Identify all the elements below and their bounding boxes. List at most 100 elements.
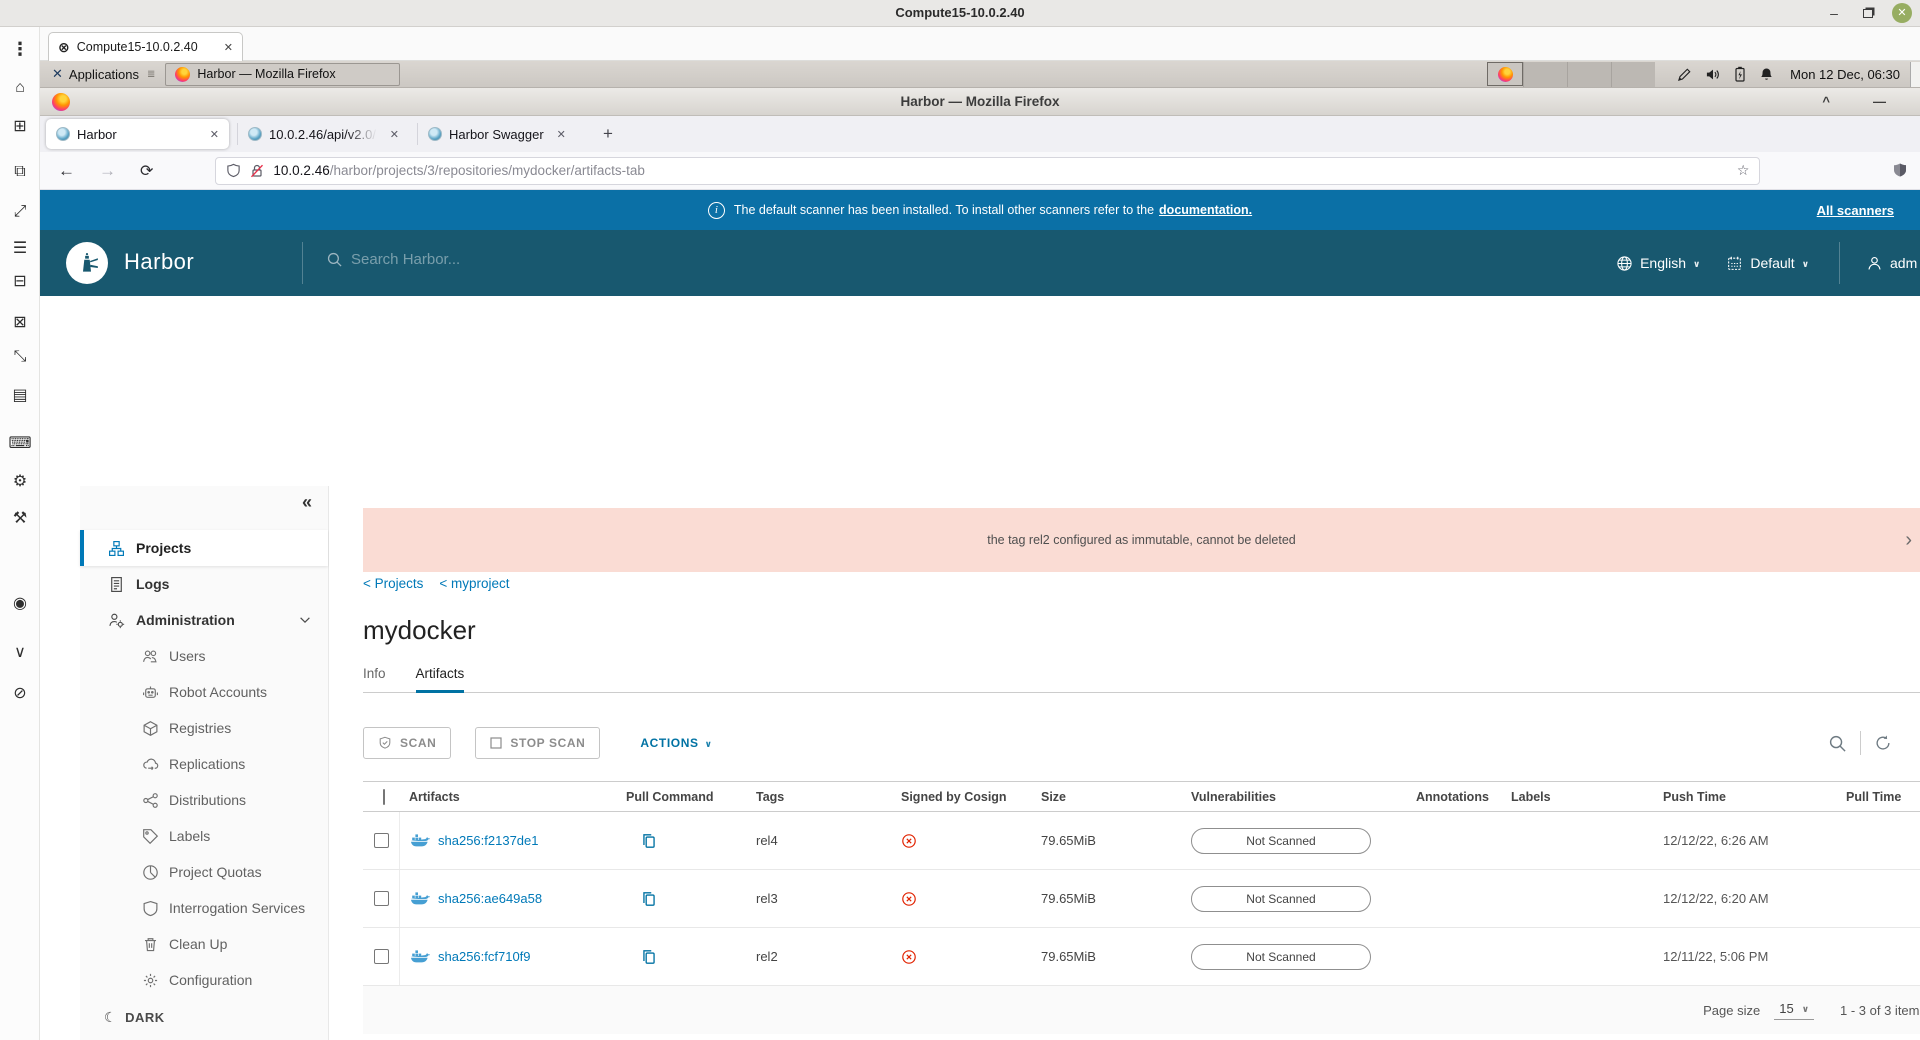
notification-bell-icon[interactable] [1759, 67, 1774, 82]
edit-box-icon[interactable]: ⊞ [0, 116, 40, 136]
artifact-digest-link[interactable]: sha256:f2137de1 [438, 833, 538, 848]
chevron-down-icon[interactable]: ∨ [0, 642, 40, 662]
copy-pull-command-icon[interactable] [640, 832, 658, 850]
resize-icon[interactable]: ⤡ [0, 348, 40, 366]
copy-pull-command-icon[interactable] [640, 948, 658, 966]
column-header-signed-by-cosign[interactable]: Signed by Cosign [891, 790, 1031, 804]
shield-permissions-icon[interactable] [226, 163, 241, 178]
column-header-tags[interactable]: Tags [746, 790, 891, 804]
back-button[interactable]: ← [58, 161, 75, 181]
dark-mode-toggle[interactable]: ☾ DARK [104, 1009, 165, 1026]
sidebar-item-interrogation-services[interactable]: Interrogation Services [80, 890, 328, 926]
firefox-taskbar-button[interactable]: Harbor — Mozilla Firefox [165, 63, 400, 86]
documentation-link[interactable]: documentation. [1159, 203, 1252, 217]
sidebar-item-users[interactable]: Users [80, 638, 328, 674]
forward-button[interactable]: → [99, 161, 116, 181]
harbor-search[interactable] [326, 251, 651, 268]
new-tab-button[interactable]: + [603, 124, 613, 144]
monitor-new-icon[interactable]: ⊟ [0, 271, 40, 291]
column-header-labels[interactable]: Labels [1501, 790, 1653, 804]
sidebar-item-registries[interactable]: Registries [80, 710, 328, 746]
language-selector[interactable]: English ∨ [1616, 255, 1700, 272]
insecure-lock-icon[interactable] [249, 163, 265, 179]
window-shade-button[interactable]: ^ [1822, 88, 1830, 116]
link-off-icon[interactable]: ⊘ [0, 683, 40, 703]
actions-dropdown[interactable]: ACTIONS ∨ [640, 736, 712, 750]
artifact-digest-link[interactable]: sha256:ae649a58 [438, 891, 542, 906]
stop-scan-button[interactable]: STOP SCAN [475, 727, 600, 759]
sidebar-collapse-button[interactable]: « [302, 492, 312, 513]
sidebar-item-administration[interactable]: Administration [80, 602, 328, 638]
tab-artifacts[interactable]: Artifacts [416, 666, 465, 693]
sidebar-item-distributions[interactable]: Distributions [80, 782, 328, 818]
url-bar[interactable]: 10.0.2.46 /harbor/projects/3/repositorie… [215, 157, 1760, 185]
kebab-menu-icon[interactable]: ⋮ [0, 39, 40, 60]
column-header-artifacts[interactable]: Artifacts [399, 790, 616, 804]
viewer-minimize-button[interactable]: – [1824, 4, 1844, 22]
row-checkbox[interactable] [374, 891, 389, 906]
column-header-annotations[interactable]: Annotations [1406, 790, 1501, 804]
refresh-icon[interactable] [1874, 734, 1892, 752]
page-size-select[interactable]: 15 ∨ [1774, 1001, 1814, 1020]
harbor-logo[interactable] [66, 242, 108, 284]
applications-menu[interactable]: ✕ Applications [52, 66, 139, 82]
battery-tray-icon[interactable] [1734, 66, 1746, 82]
browser-tab-harbor[interactable]: Harbor ✕ [46, 119, 229, 149]
tab-close-icon[interactable]: ✕ [557, 128, 566, 141]
viewer-tab-close-icon[interactable]: ✕ [224, 41, 233, 54]
copy-pull-command-icon[interactable] [640, 890, 658, 908]
scan-button[interactable]: SCAN [363, 727, 451, 759]
sidebar-item-configuration[interactable]: Configuration [80, 962, 328, 998]
bookmark-star-icon[interactable]: ☆ [1737, 162, 1750, 179]
viewer-close-button[interactable]: ✕ [1892, 3, 1912, 23]
viewer-tab[interactable]: ⊗ Compute15-10.0.2.40 ✕ [48, 32, 243, 61]
settings-gear-icon[interactable]: ⚙ [0, 471, 40, 491]
user-menu[interactable]: adm [1866, 255, 1920, 272]
all-scanners-link[interactable]: All scanners [1817, 203, 1894, 218]
select-all-checkbox[interactable] [383, 789, 385, 805]
viewer-restore-button[interactable] [1858, 4, 1878, 22]
sidebar-item-logs[interactable]: Logs [80, 566, 328, 602]
firefox-tray-button[interactable] [1487, 62, 1523, 86]
row-checkbox[interactable] [374, 949, 389, 964]
displays-icon[interactable]: ⧉ [0, 163, 40, 181]
layout-icon[interactable]: ▤ [0, 385, 40, 405]
window-minimize-button[interactable]: — [1873, 88, 1886, 116]
tab-close-icon[interactable]: ✕ [210, 128, 219, 141]
column-header-pull-time[interactable]: Pull Time [1836, 790, 1920, 804]
column-header-size[interactable]: Size [1031, 790, 1181, 804]
sidebar-item-robot-accounts[interactable]: Robot Accounts [80, 674, 328, 710]
theme-selector[interactable]: Default ∨ [1726, 255, 1809, 272]
tab-close-icon[interactable]: ✕ [390, 128, 399, 141]
volume-tray-icon[interactable] [1705, 67, 1721, 82]
stylus-tray-icon[interactable] [1677, 67, 1692, 82]
privacy-shield-icon[interactable] [1892, 162, 1908, 178]
camera-icon[interactable]: ◉ [0, 593, 40, 613]
alert-expand-icon[interactable]: › [1905, 529, 1912, 552]
column-header-vulnerabilities[interactable]: Vulnerabilities [1181, 790, 1406, 804]
reload-button[interactable]: ⟳ [140, 161, 153, 181]
row-checkbox[interactable] [374, 833, 389, 848]
sidebar-item-clean-up[interactable]: Clean Up [80, 926, 328, 962]
fullscreen-icon[interactable]: ⤢ [0, 203, 40, 221]
menu-lines-icon[interactable]: ☰ [0, 238, 40, 258]
harbor-brand[interactable]: Harbor [124, 249, 194, 275]
sidebar-item-project-quotas[interactable]: Project Quotas [80, 854, 328, 890]
browser-tab-swagger[interactable]: Harbor Swagger ✕ [417, 123, 589, 145]
home-icon[interactable]: ⌂ [0, 79, 40, 97]
sidebar-item-replications[interactable]: Replications [80, 746, 328, 782]
keyboard-icon[interactable]: ⌨ [0, 433, 40, 453]
column-header-push-time[interactable]: Push Time [1653, 790, 1836, 804]
tab-info[interactable]: Info [363, 666, 386, 692]
monitor-close-icon[interactable]: ⊠ [0, 312, 40, 332]
breadcrumb-projects-link[interactable]: < Projects [363, 576, 423, 591]
breadcrumb-myproject-link[interactable]: < myproject [439, 576, 509, 591]
taskbar-clock[interactable]: Mon 12 Dec, 06:30 [1790, 67, 1900, 82]
sidebar-item-projects[interactable]: Projects [80, 530, 328, 566]
sidebar-item-labels[interactable]: Labels [80, 818, 328, 854]
browser-tab-api[interactable]: 10.0.2.46/api/v2.0/retent ✕ [237, 123, 409, 145]
search-input[interactable] [351, 251, 651, 268]
search-artifacts-icon[interactable] [1828, 734, 1847, 753]
artifact-digest-link[interactable]: sha256:fcf710f9 [438, 949, 531, 964]
tools-icon[interactable]: ⚒ [0, 508, 40, 528]
